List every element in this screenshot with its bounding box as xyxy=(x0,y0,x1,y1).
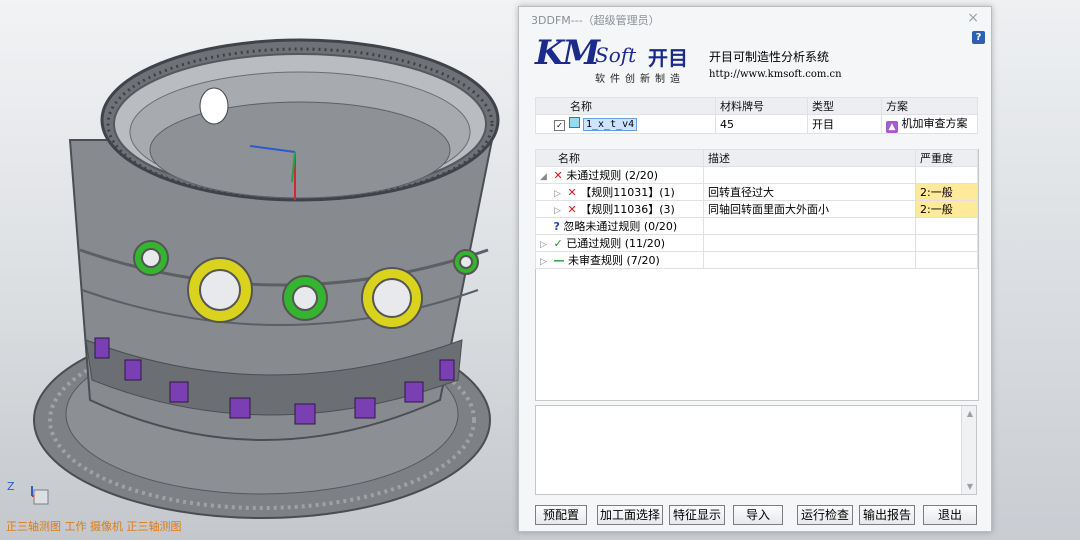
fail-icon: ✕ xyxy=(567,203,577,216)
fail-icon: ✕ xyxy=(553,169,563,182)
row-checkbox[interactable]: ✓ xyxy=(554,120,565,131)
fail-icon: ✕ xyxy=(567,186,577,199)
part-scheme[interactable]: 机加审查方案 xyxy=(902,117,968,130)
table-row[interactable]: ✓ 1_x_t_v4 45 开目 ▲ 机加审查方案 xyxy=(535,114,978,134)
rule-label: 忽略未通过规则 (0/20) xyxy=(563,220,678,233)
logo-kaimu: 开目 xyxy=(648,46,688,70)
rule-desc xyxy=(703,166,916,184)
rules-table: 名称 描述 严重度 ◢ ✕ 未通过规则 (2/20) ▷ ✕ 【规则11031】… xyxy=(535,149,978,269)
expander-icon[interactable]: ▷ xyxy=(554,189,564,199)
cad-viewport[interactable]: Z 正三轴测图 工作 摄像机 正三轴测图 xyxy=(0,0,520,540)
col-name-header[interactable]: 名称 xyxy=(535,97,716,115)
export-report-button[interactable]: 输出报告 xyxy=(859,505,915,525)
rule-desc-header[interactable]: 描述 xyxy=(703,149,916,167)
part-material: 45 xyxy=(715,114,808,134)
company-logo: KM Soft 开目 软件创新制造 xyxy=(535,33,705,85)
machining-face-select-button[interactable]: 加工面选择 xyxy=(597,505,663,525)
rule-severity: 2:一般 xyxy=(915,183,978,201)
scroll-up-icon[interactable]: ▲ xyxy=(967,409,973,418)
rule-label: 【规则11036】(3) xyxy=(580,203,675,216)
rule-severity xyxy=(915,166,978,184)
question-icon: ? xyxy=(553,220,560,233)
import-button[interactable]: 导入 xyxy=(733,505,783,525)
rule-label: 【规则11031】(1) xyxy=(580,186,675,199)
help-icon[interactable]: ? xyxy=(972,31,985,44)
view-caption: 正三轴测图 工作 摄像机 正三轴测图 xyxy=(6,520,182,533)
col-scheme-header[interactable]: 方案 xyxy=(881,97,978,115)
expander-icon[interactable]: ▷ xyxy=(540,257,550,267)
button-bar: 预配置 加工面选择 特征显示 导入 运行检查 输出报告 退出 xyxy=(535,505,977,525)
expander-icon[interactable]: ◢ xyxy=(540,172,550,182)
company-url: http://www.kmsoft.com.cn xyxy=(709,69,842,80)
title-bar[interactable]: 3DDFM---（超级管理员） × xyxy=(519,7,991,31)
col-type-header[interactable]: 类型 xyxy=(807,97,882,115)
exit-button[interactable]: 退出 xyxy=(923,505,977,525)
rule-group-ignored[interactable]: ? 忽略未通过规则 (0/20) xyxy=(535,217,978,235)
rule-severity xyxy=(915,234,978,252)
logo-km: KM xyxy=(535,33,600,73)
col-material-header[interactable]: 材料牌号 xyxy=(715,97,808,115)
rule-severity: 2:一般 xyxy=(915,200,978,218)
close-icon[interactable]: × xyxy=(967,10,979,26)
part-model-render xyxy=(31,38,500,519)
run-check-button[interactable]: 运行检查 xyxy=(797,505,853,525)
description-box[interactable]: ▲ ▼ xyxy=(535,405,977,495)
rule-row-11036[interactable]: ▷ ✕ 【规则11036】(3) 同轴回转面里面大外面小 2:一般 xyxy=(535,200,978,218)
rule-group-unchecked[interactable]: ▷ — 未审查规则 (7/20) xyxy=(535,251,978,269)
scroll-down-icon[interactable]: ▼ xyxy=(967,482,973,491)
rule-row-11031[interactable]: ▷ ✕ 【规则11031】(1) 回转直径过大 2:一般 xyxy=(535,183,978,201)
rule-desc: 回转直径过大 xyxy=(703,183,916,201)
dash-icon: — xyxy=(553,254,565,267)
logo-slogan: 软件创新制造 xyxy=(595,74,685,85)
rule-group-passed[interactable]: ▷ ✓ 已通过规则 (11/20) xyxy=(535,234,978,252)
preconfig-button[interactable]: 预配置 xyxy=(535,505,587,525)
part-file-icon xyxy=(568,117,580,128)
rule-label: 未通过规则 (2/20) xyxy=(566,169,658,182)
rule-desc xyxy=(703,251,916,269)
rule-desc xyxy=(703,234,916,252)
part-type: 开目 xyxy=(807,114,882,134)
logo-soft: Soft xyxy=(595,43,637,67)
parts-header-row: 名称 材料牌号 类型 方案 xyxy=(535,97,978,115)
axis-z-label: Z xyxy=(7,480,15,493)
rule-severity xyxy=(915,217,978,235)
rule-label: 已通过规则 (11/20) xyxy=(566,237,665,250)
window-title: 3DDFM---（超级管理员） xyxy=(531,14,660,27)
check-icon: ✓ xyxy=(553,237,563,250)
expander-icon[interactable]: ▷ xyxy=(554,206,564,216)
rule-severity-header[interactable]: 严重度 xyxy=(915,149,978,167)
parts-table: 名称 材料牌号 类型 方案 ✓ 1_x_t_v4 45 开目 ▲ 机加审查方案 xyxy=(535,97,978,134)
feature-display-button[interactable]: 特征显示 xyxy=(669,505,725,525)
rule-label: 未审查规则 (7/20) xyxy=(568,254,660,267)
system-name: 开目可制造性分析系统 xyxy=(709,50,830,64)
rule-desc xyxy=(703,217,916,235)
scheme-icon: ▲ xyxy=(886,121,898,133)
dfm-dialog: 3DDFM---（超级管理员） × ? KM Soft 开目 软件创新制造 开目… xyxy=(518,6,992,532)
expander-icon[interactable]: ▷ xyxy=(540,240,550,250)
part-name: 1_x_t_v4 xyxy=(583,118,638,131)
rules-header-row: 名称 描述 严重度 xyxy=(535,149,978,167)
rule-desc: 同轴回转面里面大外面小 xyxy=(703,200,916,218)
rule-group-failed[interactable]: ◢ ✕ 未通过规则 (2/20) xyxy=(535,166,978,184)
rule-name-header[interactable]: 名称 xyxy=(535,149,704,167)
rule-severity xyxy=(915,251,978,269)
scrollbar[interactable]: ▲ ▼ xyxy=(961,406,976,494)
